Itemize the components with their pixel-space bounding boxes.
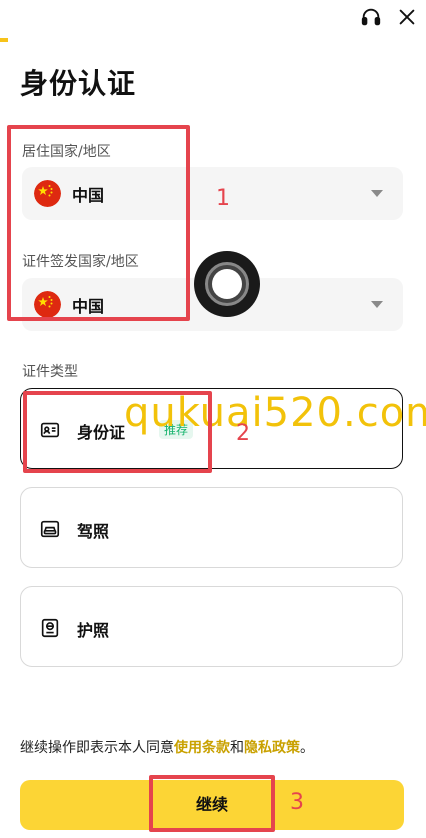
annotation-number-1: 1 [216, 186, 230, 211]
passport-icon [41, 618, 59, 638]
car-icon [40, 520, 60, 538]
chevron-down-icon [371, 301, 383, 308]
annotation-box-1 [7, 125, 190, 321]
annotation-box-2 [23, 391, 212, 473]
top-accent-bar [0, 38, 8, 42]
annotation-number-3: 3 [290, 790, 304, 815]
privacy-link[interactable]: 隐私政策 [244, 740, 300, 756]
terms-link[interactable]: 使用条款 [174, 740, 230, 756]
consent-and: 和 [230, 740, 244, 756]
page-title: 身份认证 [20, 67, 137, 100]
consent-suffix: 。 [300, 740, 314, 756]
cursor-indicator [194, 251, 260, 317]
doc-option-passport[interactable]: 护照 [20, 586, 403, 667]
close-icon[interactable] [396, 6, 418, 28]
annotation-number-2: 2 [236, 421, 250, 446]
annotation-box-3 [149, 775, 275, 832]
chevron-down-icon [371, 190, 383, 197]
doc-option-driver-license[interactable]: 驾照 [20, 487, 403, 568]
consent-text: 继续操作即表示本人同意使用条款和隐私政策。 [20, 737, 314, 757]
headset-icon[interactable] [360, 6, 382, 28]
doc-option-label: 驾照 [77, 522, 110, 541]
doc-option-label: 护照 [77, 621, 110, 640]
consent-prefix: 继续操作即表示本人同意 [20, 740, 174, 756]
document-type-label: 证件类型 [22, 364, 78, 380]
